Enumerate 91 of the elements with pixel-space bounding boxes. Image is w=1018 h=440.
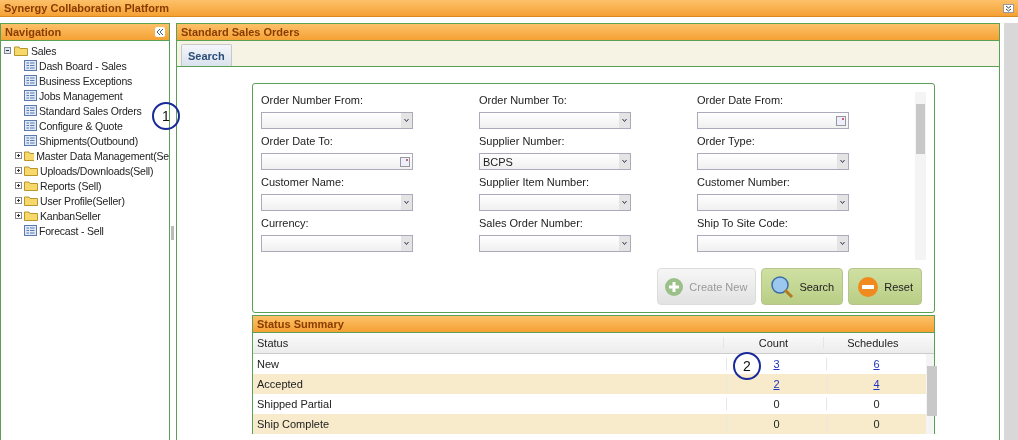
tree-item[interactable]: Reports (Sell)	[40, 179, 102, 192]
table-cell: 0	[873, 418, 880, 430]
field-label: Customer Number:	[697, 176, 791, 188]
tree-item[interactable]: Uploads/Downloads(Sell)	[40, 164, 154, 177]
folder-icon	[24, 165, 38, 176]
toggle-icon[interactable]	[15, 182, 22, 189]
callout-marker: 2	[733, 352, 761, 380]
collapse-icon[interactable]	[155, 27, 165, 37]
field-label: Order Number To:	[479, 94, 568, 106]
search-tab[interactable]: Search	[181, 44, 232, 66]
panel-title: Navigation	[5, 26, 62, 38]
toggle-icon[interactable]	[15, 212, 22, 219]
page-icon	[24, 120, 37, 131]
scrollbar[interactable]	[1004, 23, 1018, 440]
callout-marker: 1	[152, 102, 180, 130]
folder-icon	[14, 45, 28, 56]
count-link[interactable]: 2	[773, 378, 780, 390]
dropdown-field[interactable]	[697, 235, 849, 252]
field-label: Customer Name:	[261, 176, 346, 188]
tree-item[interactable]: Jobs Management	[39, 89, 123, 102]
dropdown-field[interactable]	[261, 112, 413, 129]
field-label: Supplier Number:	[479, 135, 566, 147]
folder-icon	[24, 210, 38, 221]
folder-icon	[24, 195, 38, 206]
tree-item[interactable]: Master Data Management(Se	[36, 149, 169, 162]
dropdown-field[interactable]	[479, 235, 631, 252]
tree-item[interactable]: Sales	[31, 44, 57, 57]
count-link[interactable]: 3	[773, 358, 780, 370]
panel-title: Standard Sales Orders	[181, 26, 300, 38]
scrollbar[interactable]	[926, 354, 934, 434]
table-cell: 0	[773, 418, 780, 430]
tree-item[interactable]: User Profile(Seller)	[40, 194, 125, 207]
dropdown-field[interactable]	[261, 194, 413, 211]
field-label: Supplier Item Number:	[479, 176, 591, 188]
dropdown-field[interactable]	[479, 112, 631, 129]
folder-icon	[24, 150, 35, 161]
tree-item[interactable]: Shipments(Outbound)	[39, 134, 138, 147]
table-cell-text: Shipped Partial	[256, 398, 333, 410]
splitter-handle[interactable]	[171, 225, 175, 240]
field-label: Order Date To:	[261, 135, 334, 147]
dropdown-field[interactable]	[697, 194, 849, 211]
collapse-icon[interactable]	[1003, 3, 1014, 13]
table-cell: 0	[873, 398, 880, 410]
toggle-icon[interactable]	[15, 167, 22, 174]
table-cell-text: New	[256, 358, 280, 370]
toggle-icon[interactable]	[15, 152, 22, 159]
table-cell-text: Accepted	[256, 378, 304, 390]
app-title: Synergy Collaboration Platform	[4, 2, 170, 14]
page-icon	[24, 135, 37, 146]
tree-item[interactable]: Forecast - Sell	[39, 224, 104, 237]
schedules-link[interactable]: 4	[873, 378, 880, 390]
column-header[interactable]: Schedules	[822, 337, 923, 349]
tree-item[interactable]: KanbanSeller	[40, 209, 101, 222]
field-label: Order Number From:	[261, 94, 365, 106]
tree-item[interactable]: Dash Board - Sales	[39, 59, 127, 72]
tree-item[interactable]: Configure & Quote	[39, 119, 123, 132]
dropdown-field[interactable]	[261, 235, 413, 252]
field-label: Currency:	[261, 217, 310, 229]
calendar-icon[interactable]	[836, 115, 846, 126]
tree-item[interactable]: Standard Sales Orders	[39, 104, 142, 117]
toggle-icon[interactable]	[4, 47, 11, 54]
date-field[interactable]	[697, 112, 849, 129]
column-header[interactable]: Count	[723, 337, 823, 349]
folder-icon	[24, 180, 38, 191]
page-icon	[24, 105, 37, 116]
minus-icon	[857, 275, 880, 298]
table-cell: 0	[773, 398, 780, 410]
plus-icon	[664, 276, 685, 297]
field-label: Order Type:	[697, 135, 756, 147]
field-label: Sales Order Number:	[479, 217, 584, 229]
panel-title: Status Summary	[257, 318, 344, 330]
calendar-icon[interactable]	[400, 156, 410, 167]
page-icon	[24, 90, 37, 101]
schedules-link[interactable]: 6	[873, 358, 880, 370]
table-cell-text: Ship Complete	[256, 418, 331, 430]
date-field[interactable]	[261, 153, 413, 170]
page-icon	[24, 60, 37, 71]
search-icon	[770, 274, 795, 299]
page-icon	[24, 225, 37, 236]
dropdown-field[interactable]	[479, 194, 631, 211]
column-header[interactable]: Status	[253, 337, 724, 349]
scrollbar[interactable]	[915, 92, 926, 260]
search-button[interactable]: Search	[761, 268, 844, 305]
field-label: Ship To Site Code:	[697, 217, 789, 229]
dropdown-field[interactable]	[697, 153, 849, 170]
dropdown-field[interactable]: BCPS	[479, 153, 631, 170]
field-label: Order Date From:	[697, 94, 785, 106]
toggle-icon[interactable]	[15, 197, 22, 204]
tree-item[interactable]: Business Exceptions	[39, 74, 133, 87]
page-icon	[24, 75, 37, 86]
reset-button[interactable]: Reset	[848, 268, 922, 305]
